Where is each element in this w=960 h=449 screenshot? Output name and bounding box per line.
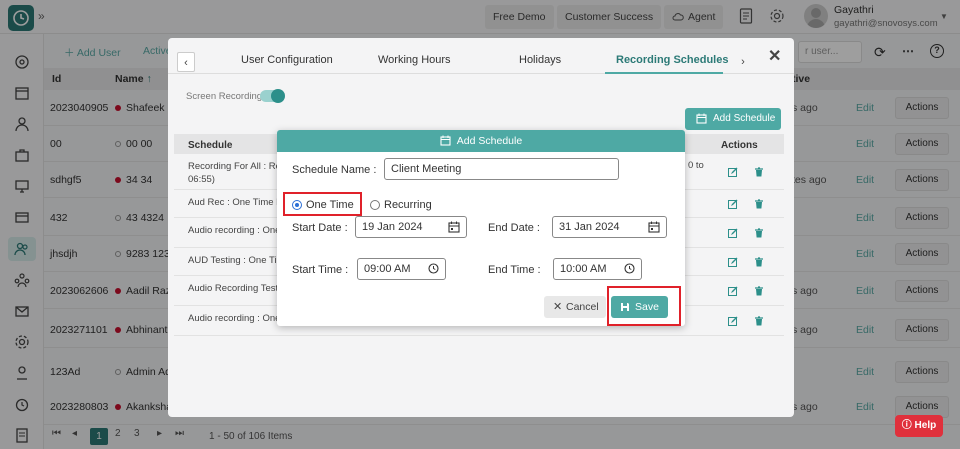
close-icon[interactable]: ✕	[768, 46, 781, 66]
schedule-text: Audio recording : One T	[188, 224, 289, 237]
schedule-text-line: Aud Rec : One Time Re	[188, 197, 289, 208]
edit-icon[interactable]	[728, 167, 738, 177]
trash-icon[interactable]	[754, 257, 764, 267]
add-schedule-button[interactable]: Add Schedule	[685, 108, 781, 130]
trash-icon[interactable]	[754, 228, 764, 238]
schedule-text-line: Audio recording : One T	[188, 313, 289, 324]
screen-recording-label: Screen Recording	[186, 91, 263, 102]
end-time-value: 10:00 AM	[560, 263, 607, 275]
calendar-icon[interactable]	[448, 221, 460, 233]
schedule-text: Recording For All : Rec 06:55)	[188, 160, 286, 186]
cancel-button[interactable]: ✕ Cancel	[544, 296, 606, 318]
start-time-input[interactable]: 09:00 AM	[357, 258, 446, 280]
end-date-label: End Date :	[488, 222, 540, 234]
trash-icon[interactable]	[754, 199, 764, 209]
calendar-icon[interactable]	[648, 221, 660, 233]
schedule-text: Audio recording : One T	[188, 312, 289, 325]
trash-icon[interactable]	[754, 167, 764, 177]
tab-user-configuration[interactable]: User Configuration	[241, 54, 333, 66]
schedule-name-label: Schedule Name :	[292, 164, 377, 176]
schedule-text-line: 06:55)	[188, 174, 215, 185]
calendar-icon	[440, 135, 451, 146]
end-time-input[interactable]: 10:00 AM	[553, 258, 642, 280]
tab-holidays[interactable]: Holidays	[519, 54, 561, 66]
trash-icon[interactable]	[754, 316, 764, 326]
add-schedule-label: Add Schedule	[713, 113, 776, 124]
start-time-label: Start Time :	[292, 264, 349, 276]
dialog-header: Add Schedule	[277, 130, 685, 152]
calendar-icon	[696, 113, 707, 124]
edit-icon[interactable]	[728, 228, 738, 238]
schedule-text: Audio Recording Testin	[188, 282, 286, 295]
schedule-text-line: Recording For All : Rec	[188, 161, 286, 172]
tabs-next-chevron-icon[interactable]: ›	[734, 52, 752, 72]
recurring-label[interactable]: Recurring	[384, 199, 432, 211]
start-date-input[interactable]: 19 Jan 2024	[355, 216, 467, 238]
schedule-text: AUD Testing : One Tim	[188, 254, 284, 267]
end-date-input[interactable]: 31 Jan 2024	[552, 216, 667, 238]
schedule-name-input[interactable]: Client Meeting	[384, 158, 619, 180]
one-time-radio[interactable]	[292, 200, 302, 210]
tabs-prev-chevron-icon[interactable]: ‹	[177, 52, 195, 72]
save-button[interactable]: Save	[611, 296, 668, 318]
help-button[interactable]: ⓘ Help	[895, 415, 943, 437]
floppy-disk-icon	[621, 303, 629, 311]
start-time-value: 09:00 AM	[364, 263, 411, 275]
start-date-value: 19 Jan 2024	[362, 221, 423, 233]
trash-icon[interactable]	[754, 286, 764, 296]
schedule-text: Aud Rec : One Time Re	[188, 196, 288, 209]
col-schedule: Schedule	[188, 140, 233, 151]
tab-recording-schedules[interactable]: Recording Schedules	[616, 54, 728, 66]
clock-icon[interactable]	[624, 263, 635, 274]
screen-recording-toggle[interactable]	[260, 89, 285, 103]
end-time-label: End Time :	[488, 264, 541, 276]
schedule-text-line: AUD Testing : One Tim	[188, 255, 285, 266]
end-date-value: 31 Jan 2024	[559, 221, 620, 233]
cancel-label: Cancel	[566, 301, 599, 313]
save-label: Save	[635, 301, 659, 313]
edit-icon[interactable]	[728, 199, 738, 209]
col-actions: Actions	[721, 140, 758, 151]
active-tab-indicator	[605, 72, 723, 74]
schedule-text-line: Audio recording : One T	[188, 225, 289, 236]
edit-icon[interactable]	[728, 257, 738, 267]
schedule-text-line: Audio Recording Testin	[188, 283, 286, 294]
tab-working-hours[interactable]: Working Hours	[378, 54, 451, 66]
edit-icon[interactable]	[728, 316, 738, 326]
start-date-label: Start Date :	[292, 222, 348, 234]
recurring-radio[interactable]	[370, 200, 380, 210]
dialog-title: Add Schedule	[456, 135, 523, 147]
clock-icon[interactable]	[428, 263, 439, 274]
add-schedule-dialog: Add Schedule Schedule Name : Client Meet…	[277, 130, 685, 326]
schedule-text-extra: 0 to	[688, 160, 704, 171]
close-icon: ✕	[553, 301, 563, 313]
one-time-label[interactable]: One Time	[306, 199, 354, 211]
edit-icon[interactable]	[728, 286, 738, 296]
